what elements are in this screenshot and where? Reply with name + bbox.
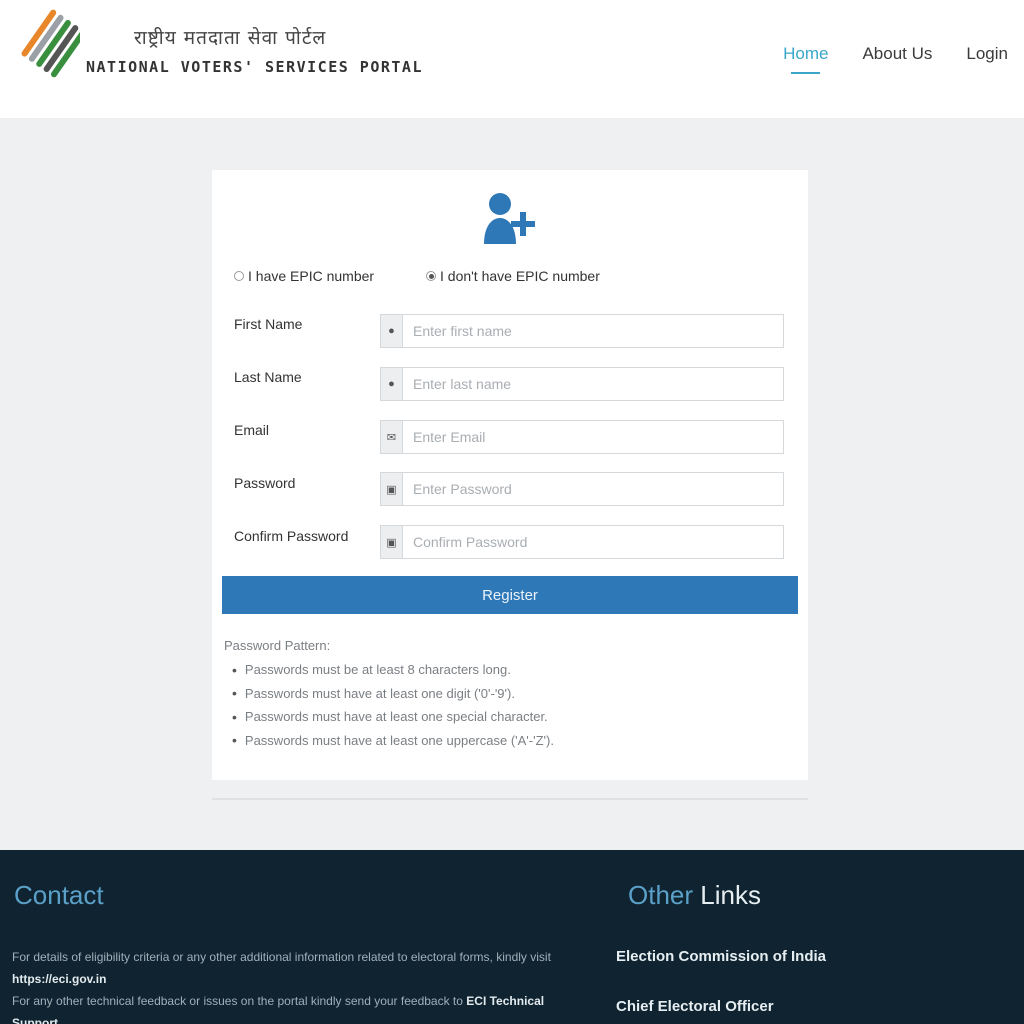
radio-have-epic[interactable]: I have EPIC number (234, 268, 374, 284)
password-field: ▣ (380, 472, 784, 506)
radio-no-epic-label: I don't have EPIC number (440, 268, 600, 284)
radio-no-epic-input[interactable] (426, 271, 436, 281)
nav-about-us[interactable]: About Us (862, 44, 932, 64)
nav-home[interactable]: Home (783, 44, 828, 74)
link-election-commission[interactable]: Election Commission of India (616, 948, 826, 965)
confirm-password-input[interactable] (403, 527, 783, 557)
envelope-icon: ✉ (381, 421, 403, 453)
site-footer: Contact For details of eligibility crite… (0, 850, 1024, 1024)
logo-english-text: NATIONAL VOTERS' SERVICES PORTAL (86, 58, 423, 76)
portal-logo[interactable]: राष्ट्रीय मतदाता सेवा पोर्टल NATIONAL VO… (18, 6, 423, 94)
user-icon: ● (381, 315, 403, 347)
last-name-field: ● (380, 367, 784, 401)
contact-text: For details of eligibility criteria or a… (12, 946, 592, 1024)
link-chief-electoral-officer[interactable]: Chief Electoral Officer (616, 998, 774, 1015)
eci-link[interactable]: https://eci.gov.in (12, 972, 106, 986)
email-field: ✉ (380, 420, 784, 454)
other-links-title-b: Links (700, 880, 761, 910)
last-name-label: Last Name (234, 369, 302, 385)
password-rule: Passwords must have at least one upperca… (232, 729, 554, 753)
password-pattern-title: Password Pattern: (224, 638, 331, 653)
site-header: राष्ट्रीय मतदाता सेवा पोर्टल NATIONAL VO… (0, 0, 1024, 118)
radio-have-epic-label: I have EPIC number (248, 268, 375, 284)
last-name-input[interactable] (403, 369, 783, 399)
main-nav: Home About Us Login (783, 44, 1008, 74)
first-name-field: ● (380, 314, 784, 348)
email-input[interactable] (403, 422, 783, 452)
other-links-title-a: Other (628, 880, 694, 910)
password-rule: Passwords must have at least one digit (… (232, 682, 554, 706)
radio-no-epic[interactable]: I don't have EPIC number (426, 268, 600, 284)
password-rules-list: Passwords must be at least 8 characters … (232, 658, 554, 752)
add-user-icon (484, 193, 535, 244)
voter-logo-icon (21, 9, 80, 78)
password-label: Password (234, 475, 296, 491)
password-input[interactable] (403, 474, 783, 504)
first-name-label: First Name (234, 316, 303, 332)
confirm-password-label: Confirm Password (234, 528, 349, 544)
password-rule: Passwords must be at least 8 characters … (232, 658, 554, 682)
contact-line-2: For any other technical feedback or issu… (12, 994, 463, 1008)
registration-card: I have EPIC number I don't have EPIC num… (212, 170, 808, 780)
contact-title: Contact (14, 880, 104, 910)
radio-have-epic-input[interactable] (234, 271, 244, 281)
user-icon: ● (381, 368, 403, 400)
nav-login[interactable]: Login (966, 44, 1008, 64)
password-rule: Passwords must have at least one special… (232, 705, 554, 729)
first-name-input[interactable] (403, 316, 783, 346)
confirm-password-field: ▣ (380, 525, 784, 559)
lock-icon: ▣ (381, 526, 403, 558)
email-label: Email (234, 422, 270, 438)
logo-hindi-text: राष्ट्रीय मतदाता सेवा पोर्टल (134, 27, 327, 49)
divider (212, 798, 808, 800)
other-links-title: Other Links (628, 880, 761, 911)
contact-line-1: For details of eligibility criteria or a… (12, 950, 551, 964)
register-button[interactable]: Register (222, 576, 798, 614)
lock-icon: ▣ (381, 473, 403, 505)
